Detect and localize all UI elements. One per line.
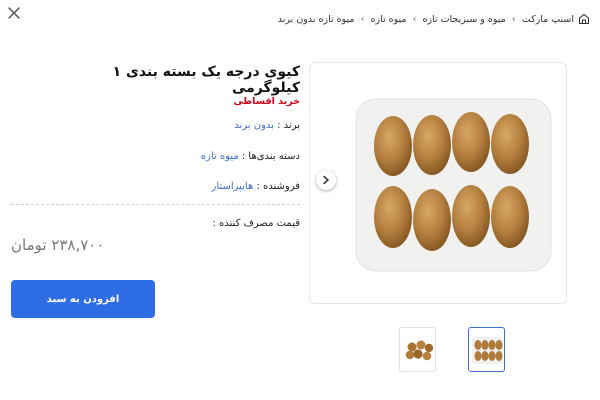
price-value: ۲۳۸,۷۰۰ تومان (11, 236, 105, 254)
breadcrumb: اسنپ مارکت › میوه و سبزیجات تازه › میوه … (278, 13, 590, 25)
breadcrumb-item-unbranded-fruit[interactable]: میوه تازه بدون برند (278, 14, 355, 25)
chevron-left-icon: › (511, 13, 516, 25)
kiwi-tray-thumbnail (472, 337, 503, 364)
seller-label: فروشنده : (256, 181, 300, 192)
product-image-frame (309, 62, 567, 304)
seller-row: فروشنده : هایپراستار (212, 181, 300, 192)
breadcrumb-item-fruits-vegetables[interactable]: میوه و سبزیجات تازه (422, 14, 505, 25)
breadcrumb-item-fresh-fruit[interactable]: میوه تازه (371, 14, 407, 25)
price-label: قیمت مصرف کننده : (212, 218, 301, 229)
breadcrumb-item-store[interactable]: اسنپ مارکت (522, 14, 574, 25)
brand-row: برند : بدون برند (234, 120, 300, 131)
seller-link[interactable]: هایپراستار (212, 181, 254, 192)
product-title: کیوی درجه یک بسته بندی ۱ کیلوگرمی (112, 64, 300, 96)
category-link[interactable]: میوه تازه (201, 151, 239, 162)
category-row: دسته بندی‌ها : میوه تازه (201, 151, 300, 162)
brand-label: برند : (277, 120, 300, 131)
category-label: دسته بندی‌ها : (241, 151, 300, 162)
add-to-cart-button[interactable]: افزودن به سبد (11, 280, 155, 318)
kiwi-loose-thumbnail (405, 340, 434, 361)
divider (11, 204, 300, 205)
brand-link[interactable]: بدون برند (234, 120, 274, 131)
product-image[interactable] (310, 63, 567, 304)
chevron-left-icon: › (412, 13, 417, 25)
installment-badge[interactable]: خرید اقساطی (234, 96, 300, 107)
close-icon (8, 7, 20, 19)
chevron-right-icon (323, 175, 329, 185)
chevron-left-icon: › (360, 13, 365, 25)
close-button[interactable] (6, 5, 22, 21)
gallery-next-button[interactable] (316, 170, 336, 190)
thumbnail-kiwi-tray[interactable] (468, 327, 505, 372)
thumbnail-kiwi-loose[interactable] (399, 327, 436, 372)
store-icon[interactable] (578, 13, 590, 25)
